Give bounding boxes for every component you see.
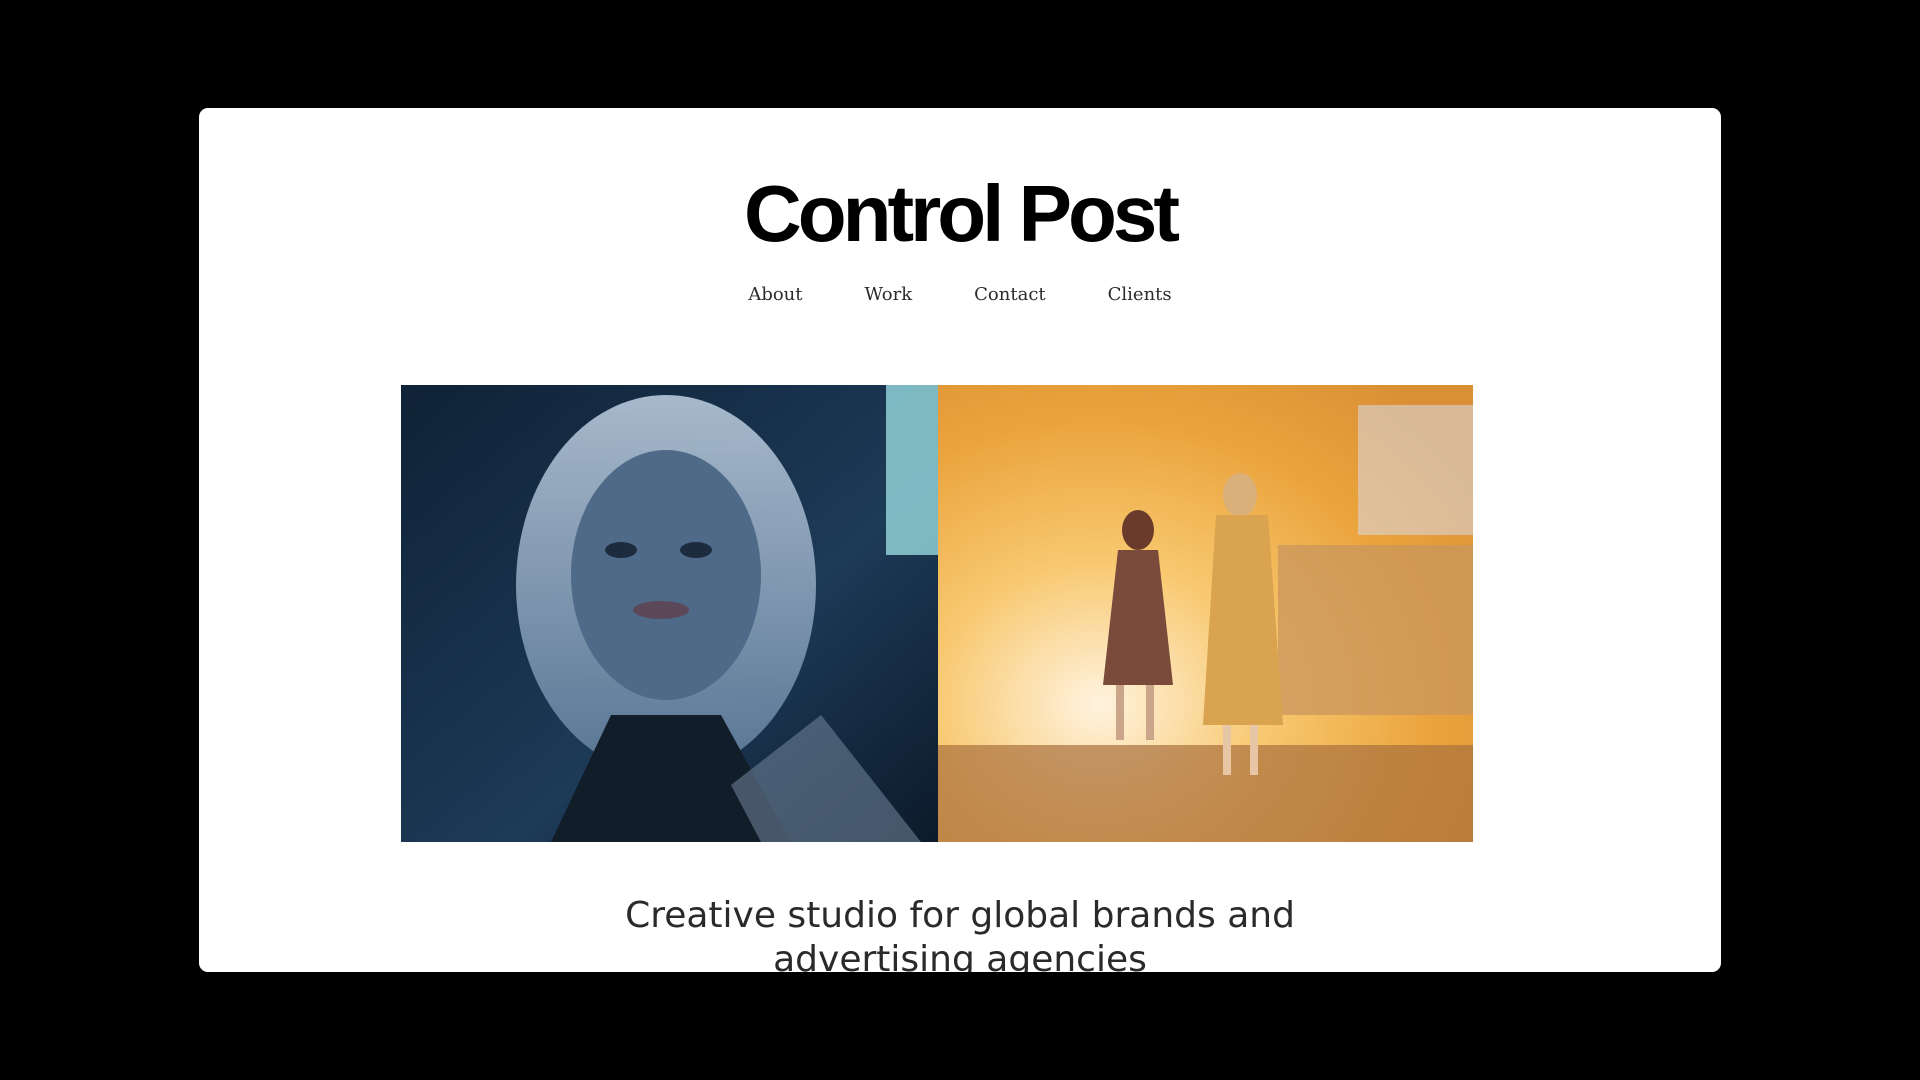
- portrait-illustration: [401, 385, 938, 842]
- tagline: Creative studio for global brands and ad…: [199, 894, 1721, 972]
- hero-image-blonde-portrait[interactable]: [401, 385, 938, 842]
- site-frame: Control Post About Work Contact Clients: [199, 108, 1721, 972]
- site-logo[interactable]: Control Post: [199, 174, 1721, 254]
- tagline-line-2: advertising agencies: [773, 939, 1147, 972]
- nav-clients[interactable]: Clients: [1106, 282, 1174, 307]
- nav-about[interactable]: About: [746, 282, 804, 307]
- main-nav: About Work Contact Clients: [199, 282, 1721, 307]
- nav-work[interactable]: Work: [863, 282, 915, 307]
- tagline-line-1: Creative studio for global brands and: [625, 895, 1295, 936]
- nav-contact[interactable]: Contact: [972, 282, 1047, 307]
- hero-images: [401, 385, 1473, 842]
- hero-image-fire-scene[interactable]: [938, 385, 1473, 842]
- fire-scene-illustration: [938, 385, 1473, 842]
